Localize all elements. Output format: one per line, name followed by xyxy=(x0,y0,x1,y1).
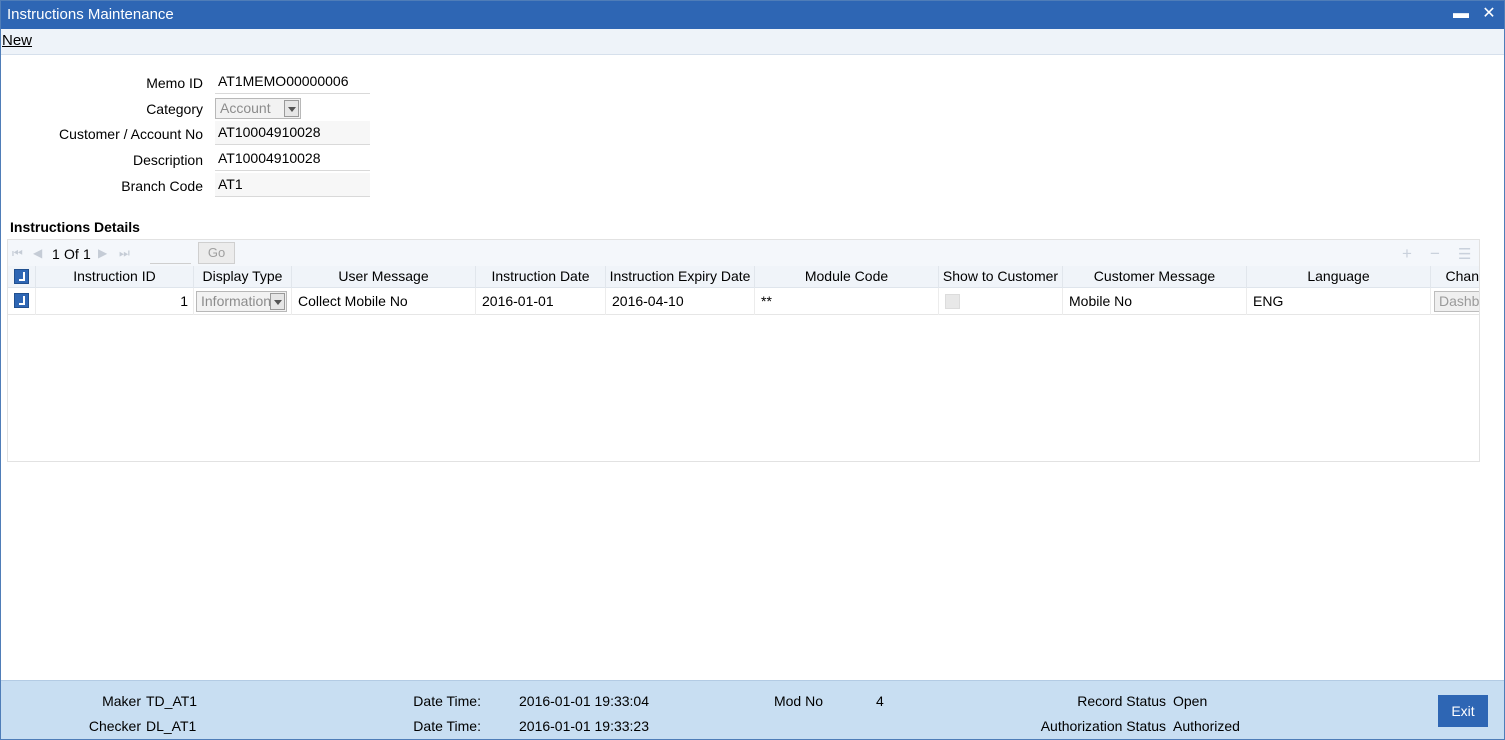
col-channel: Chan xyxy=(1445,268,1479,284)
table-row[interactable]: 1 Information Collect Mobile No 2016-01-… xyxy=(8,288,1479,315)
row-select-cell[interactable] xyxy=(8,288,36,315)
description-label: Description xyxy=(132,152,203,168)
col-instruction-id: Instruction ID xyxy=(36,266,194,288)
datetime-label-1: Date Time: xyxy=(413,693,481,709)
pager: ⏮ ◀ 1 Of 1 ▶ ⏭ Go + − ☰ xyxy=(8,240,1479,266)
cell-instruction-id[interactable]: 1 xyxy=(36,288,194,315)
cell-display-type: Information xyxy=(194,288,292,315)
next-page-icon[interactable]: ▶ xyxy=(98,246,107,260)
col-language: Language xyxy=(1247,266,1431,288)
mod-no-value: 4 xyxy=(876,693,884,709)
minimize-icon[interactable]: ▬ xyxy=(1451,4,1471,24)
memo-id-label: Memo ID xyxy=(146,75,203,91)
checkbox-icon xyxy=(14,269,29,284)
record-status-label: Record Status xyxy=(1077,693,1166,709)
add-row-icon[interactable]: + xyxy=(1402,244,1412,264)
window-title: Instructions Maintenance xyxy=(7,6,174,23)
instructions-maintenance-window: Instructions Maintenance ▬ ✕ New Memo ID… xyxy=(0,0,1505,740)
section-title: Instructions Details xyxy=(10,219,140,235)
page-of: Of xyxy=(64,246,79,262)
col-customer-message: Customer Message xyxy=(1063,266,1247,288)
display-type-select[interactable]: Information xyxy=(196,291,287,312)
cell-customer-message[interactable]: Mobile No xyxy=(1063,288,1247,315)
show-to-customer-checkbox[interactable] xyxy=(945,294,960,309)
checker-label: Checker xyxy=(88,718,141,734)
datetime-value-2: 2016-01-01 19:33:23 xyxy=(519,718,649,734)
page-current: 1 xyxy=(52,246,60,262)
datetime-label-2: Date Time: xyxy=(413,718,481,734)
cell-channel: Dashbo xyxy=(1431,288,1479,315)
instructions-grid: ⏮ ◀ 1 Of 1 ▶ ⏭ Go + − ☰ Instruction ID D… xyxy=(7,239,1480,462)
branch-code-label: Branch Code xyxy=(121,178,203,194)
col-module-code: Module Code xyxy=(755,266,939,288)
display-type-value: Information xyxy=(201,293,272,309)
authorization-status-value: Authorized xyxy=(1173,718,1240,734)
cell-user-message[interactable]: Collect Mobile No xyxy=(292,288,476,315)
cell-expiry-date[interactable]: 2016-04-10 xyxy=(606,288,755,315)
grid-header: Instruction ID Display Type User Message… xyxy=(8,266,1479,288)
authorization-status-label: Authorization Status xyxy=(1040,718,1166,734)
first-page-icon[interactable]: ⏮ xyxy=(12,246,23,261)
col-display-type: Display Type xyxy=(194,266,292,288)
cell-instruction-date[interactable]: 2016-01-01 xyxy=(476,288,606,315)
list-view-icon[interactable]: ☰ xyxy=(1458,245,1471,263)
category-value: Account xyxy=(220,100,271,116)
chevron-down-icon xyxy=(284,100,299,117)
checkbox-icon xyxy=(14,293,29,308)
col-expiry-date: Instruction Expiry Date xyxy=(606,266,755,288)
record-status-value: Open xyxy=(1173,693,1208,709)
channel-button[interactable]: Dashbo xyxy=(1434,291,1479,312)
cell-language[interactable]: ENG xyxy=(1247,288,1431,315)
mod-no-label: Mod No xyxy=(773,693,823,709)
category-select[interactable]: Account xyxy=(215,98,301,119)
datetime-value-1: 2016-01-01 19:33:04 xyxy=(519,693,649,709)
description-field[interactable]: AT10004910028 xyxy=(215,147,370,171)
chevron-down-icon xyxy=(270,293,285,310)
page-input[interactable] xyxy=(150,245,191,264)
audit-footer: Maker TD_AT1 Checker DL_AT1 Date Time: 2… xyxy=(1,680,1504,739)
checker-value: DL_AT1 xyxy=(146,718,197,734)
memo-id-field[interactable]: AT1MEMO00000006 xyxy=(215,70,370,94)
header-select-all[interactable] xyxy=(8,266,36,288)
maker-label: Maker xyxy=(102,693,141,709)
toolbar: New xyxy=(1,29,1504,55)
new-link[interactable]: New xyxy=(2,32,32,49)
go-button[interactable]: Go xyxy=(198,242,235,264)
exit-button[interactable]: Exit xyxy=(1438,695,1488,727)
delete-row-icon[interactable]: − xyxy=(1430,244,1440,264)
title-bar: Instructions Maintenance ▬ ✕ xyxy=(1,1,1504,29)
col-instruction-date: Instruction Date xyxy=(476,266,606,288)
col-show-to-customer: Show to Customer xyxy=(939,266,1063,288)
cell-show-to-customer xyxy=(939,288,1063,315)
maker-value: TD_AT1 xyxy=(146,693,198,709)
page-total: 1 xyxy=(83,246,91,262)
account-field[interactable]: AT10004910028 xyxy=(215,121,370,145)
account-label: Customer / Account No xyxy=(59,126,203,142)
col-user-message: User Message xyxy=(292,266,476,288)
prev-page-icon[interactable]: ◀ xyxy=(33,246,42,260)
branch-code-field[interactable]: AT1 xyxy=(215,173,370,197)
category-label: Category xyxy=(146,101,203,117)
close-icon[interactable]: ✕ xyxy=(1479,4,1499,24)
last-page-icon[interactable]: ⏭ xyxy=(119,246,130,261)
cell-module-code[interactable]: ** xyxy=(755,288,939,315)
